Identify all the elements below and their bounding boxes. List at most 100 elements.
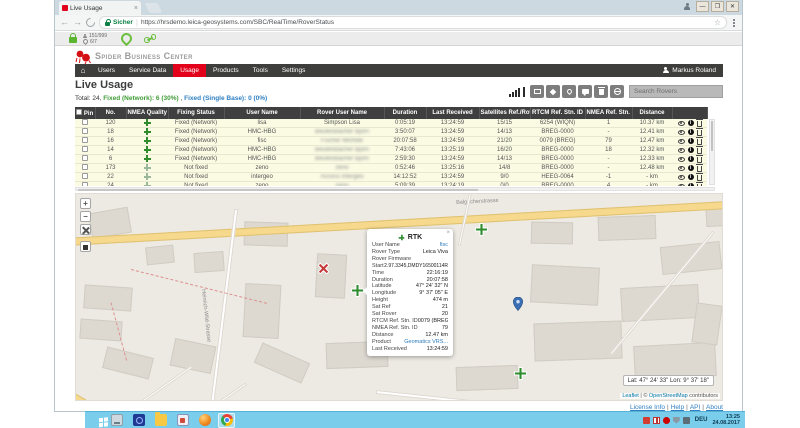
nav-item-usage[interactable]: Usage: [173, 64, 206, 77]
footer-link-about[interactable]: About: [706, 404, 723, 411]
view-icon[interactable]: [678, 166, 685, 171]
details-icon[interactable]: [688, 174, 694, 180]
delete-icon[interactable]: [697, 130, 702, 136]
tray-badge-icon[interactable]: [663, 417, 670, 424]
new-tab-button[interactable]: [145, 3, 163, 13]
window-close-button[interactable]: ✕: [726, 1, 739, 12]
red-cross-marker-icon[interactable]: [317, 262, 330, 276]
map-zoom-in-button[interactable]: +: [80, 198, 91, 209]
nav-item-tools[interactable]: Tools: [246, 64, 275, 77]
forward-icon[interactable]: →: [73, 18, 82, 27]
firefox-taskbar-button[interactable]: [196, 413, 213, 428]
map-expand-button[interactable]: [80, 224, 91, 235]
footer-link-api[interactable]: API: [690, 404, 700, 411]
delete-icon[interactable]: [697, 148, 702, 154]
row-checkbox[interactable]: [82, 173, 88, 179]
details-icon[interactable]: [688, 138, 694, 144]
delete-icon[interactable]: [697, 121, 702, 127]
delete-icon[interactable]: [697, 139, 702, 145]
view-icon[interactable]: [678, 121, 685, 126]
view-icon[interactable]: [678, 148, 685, 153]
leaflet-link[interactable]: Leaflet: [622, 393, 639, 399]
table-row[interactable]: 16Fixed (Network)fiscFischer Michele20:0…: [75, 137, 707, 146]
browser-menu-icon[interactable]: [733, 22, 735, 24]
bookmark-star-icon[interactable]: ☆: [714, 19, 721, 27]
table-row[interactable]: 24Not fixedzenozeno5:09:3913:24:190/0BRE…: [75, 182, 707, 187]
inst-taskbar-button[interactable]: [174, 413, 191, 428]
table-vertical-scrollbar[interactable]: [709, 119, 715, 185]
browser-tab[interactable]: Live Usage ×: [59, 1, 141, 15]
details-icon[interactable]: [688, 129, 694, 135]
green-cross-marker-icon[interactable]: [475, 223, 488, 237]
table-horizontal-scrollbar[interactable]: [75, 187, 715, 191]
tray-flag-icon[interactable]: [653, 417, 660, 424]
delete-icon[interactable]: [697, 157, 702, 163]
popup-value[interactable]: Geomatics VRS...: [404, 339, 448, 346]
delete-icon[interactable]: [697, 184, 702, 187]
table-row[interactable]: 120Fixed (Network)lisaSimpson Lisa0:05:1…: [75, 119, 707, 128]
blue-taskbar-button[interactable]: [130, 413, 147, 428]
tray-phone-icon[interactable]: [683, 417, 690, 424]
row-checkbox[interactable]: [82, 164, 88, 170]
osm-link[interactable]: OpenStreetMap: [649, 393, 688, 399]
monitor-view-button[interactable]: [530, 85, 544, 98]
row-checkbox[interactable]: [82, 137, 88, 143]
view-icon[interactable]: [678, 130, 685, 135]
window-minimize-button[interactable]: —: [696, 1, 709, 12]
pin-view-button[interactable]: [562, 85, 576, 98]
table-row[interactable]: 173Not fixedzenozeno0:52:4613:25:1614/8B…: [75, 164, 707, 173]
location-pin-icon[interactable]: [119, 31, 135, 47]
chrome-taskbar-button[interactable]: [218, 413, 235, 428]
tray-shield-icon[interactable]: [673, 417, 680, 424]
details-icon[interactable]: [688, 120, 694, 126]
view-icon[interactable]: [678, 139, 685, 144]
blue-pin-marker-icon[interactable]: [513, 297, 526, 311]
delete-icon[interactable]: [697, 175, 702, 181]
tab-close-icon[interactable]: ×: [134, 5, 138, 12]
table-row[interactable]: 22Not fixedintergeoAccess Intergeo14:12:…: [75, 173, 707, 182]
green-cross-marker-icon[interactable]: [514, 367, 527, 381]
desktop-taskbar-button[interactable]: [108, 413, 125, 428]
nav-item-products[interactable]: Products: [206, 64, 246, 77]
row-checkbox[interactable]: [82, 128, 88, 134]
delete-icon[interactable]: [697, 166, 702, 172]
home-icon[interactable]: ⌂: [75, 64, 91, 77]
reload-icon[interactable]: [84, 16, 97, 29]
footer-link-license-info[interactable]: License Info: [630, 404, 665, 411]
trash-view-button[interactable]: [594, 85, 608, 98]
folder-taskbar-button[interactable]: [152, 413, 169, 428]
row-checkbox[interactable]: [82, 119, 88, 125]
details-icon[interactable]: [688, 147, 694, 153]
map-zoom-out-button[interactable]: −: [80, 211, 91, 222]
map[interactable]: BalgacherstrasseHeinrich-Wild-Strasse + …: [75, 193, 723, 401]
view-icon[interactable]: [678, 175, 685, 180]
browser-profile-icon[interactable]: [683, 3, 691, 11]
taskbar-clock[interactable]: 13:25 24.08.2017: [712, 414, 740, 427]
row-checkbox[interactable]: [82, 182, 88, 186]
back-icon[interactable]: ←: [60, 18, 69, 27]
tray-red-icon[interactable]: [643, 417, 650, 424]
nav-item-service-data[interactable]: Service Data: [122, 64, 173, 77]
details-icon[interactable]: [688, 165, 694, 171]
popup-close-icon[interactable]: ×: [446, 230, 450, 236]
nav-item-settings[interactable]: Settings: [275, 64, 313, 77]
view-icon[interactable]: [678, 157, 685, 162]
popup-value[interactable]: fisc: [440, 242, 448, 249]
table-row[interactable]: 14Fixed (Network)HMC-HBGBeutelsbacher Bj…: [75, 146, 707, 155]
details-icon[interactable]: [688, 183, 694, 186]
row-checkbox[interactable]: [82, 146, 88, 152]
details-icon[interactable]: [688, 156, 694, 162]
table-row[interactable]: 18Fixed (Network)HMC-HBGBeutelsbacher Bj…: [75, 128, 707, 137]
keyboard-language[interactable]: DEU: [695, 417, 708, 423]
globe-view-button[interactable]: [610, 85, 624, 98]
nav-item-users[interactable]: Users: [91, 64, 122, 77]
view-icon[interactable]: [678, 184, 685, 187]
network-nodes-icon[interactable]: [144, 34, 156, 43]
row-checkbox[interactable]: [82, 155, 88, 161]
user-menu[interactable]: Markus Roland: [655, 67, 723, 74]
diamond-view-button[interactable]: [546, 85, 560, 98]
windows-start-icon[interactable]: [99, 418, 103, 422]
table-row[interactable]: 6Fixed (Network)HMC-HBGBeutelsbacher Bjö…: [75, 155, 707, 164]
search-input[interactable]: [629, 85, 723, 98]
chat-view-button[interactable]: [578, 85, 592, 98]
